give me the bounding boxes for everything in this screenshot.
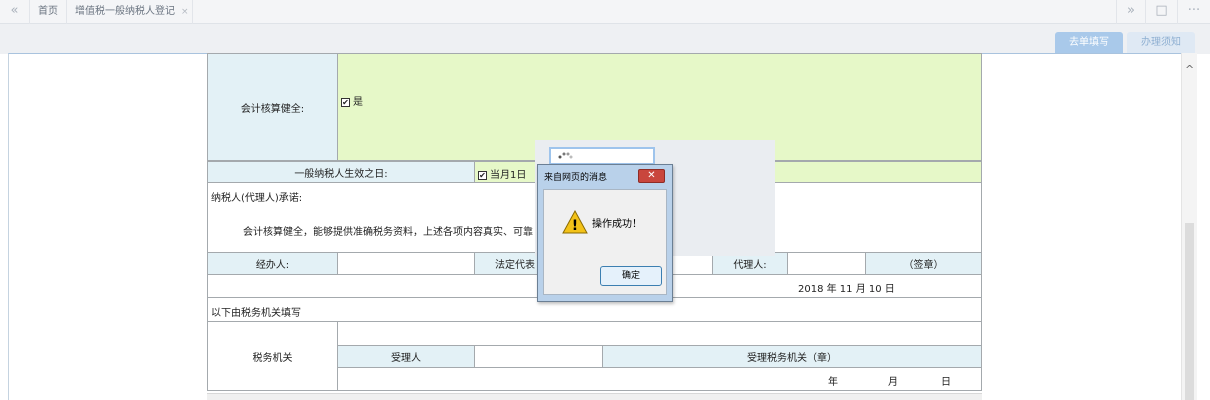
vertical-scrollbar[interactable]: ^ (1181, 53, 1197, 400)
message-dialog: 来自网页的消息 ✕ ! 操作成功！ 确定 (537, 164, 673, 302)
dialog-title: 来自网页的消息 (544, 173, 608, 183)
receiver-input[interactable] (474, 345, 603, 368)
receiver-label: 受理人 (337, 345, 475, 368)
office-day-label: 日 (941, 377, 951, 388)
tab-close-icon[interactable]: × (181, 7, 189, 17)
top-tab-bar: « 首页 增值税一般纳税人登记 × » □ ··· (0, 0, 1210, 24)
dialog-close-button[interactable]: ✕ (638, 169, 665, 183)
window-toggle-icon[interactable]: □ (1146, 0, 1178, 24)
receiving-office-label: 受理税务机关（章） (602, 345, 982, 368)
agent-input[interactable] (787, 252, 866, 275)
loading-indicator (549, 147, 655, 165)
sign-date: 2018 年 11 月 10 日 (798, 284, 895, 295)
tab-guide[interactable]: 办理须知 (1127, 32, 1195, 54)
svg-text:!: ! (572, 218, 578, 234)
dialog-ok-button[interactable]: 确定 (600, 266, 662, 286)
scroll-thumb[interactable] (1185, 223, 1194, 400)
tax-office-section-label: 以下由税务机关填写 (211, 308, 301, 319)
dialog-message: 操作成功！ (592, 219, 642, 230)
office-month-label: 月 (888, 377, 898, 388)
handler-input[interactable] (337, 252, 475, 275)
scroll-up-icon[interactable]: ^ (1185, 63, 1194, 76)
promise-text: 会计核算健全，能够提供准确税务资料，上述各项内容真实、可靠 (243, 227, 533, 238)
effective-date-label: 一般纳税人生效之日: (207, 161, 475, 183)
tax-office-label: 税务机关 (207, 321, 338, 391)
effective-date-value: 当月1日 (490, 170, 527, 181)
seal-label: （签章） (865, 252, 982, 275)
accounting-value: 是 (353, 97, 363, 108)
office-year-label: 年 (828, 377, 838, 388)
tab-home[interactable]: 首页 (30, 0, 67, 24)
sub-header-band: 去单填写 办理须知 (0, 24, 1210, 54)
warning-icon: ! (562, 210, 588, 234)
tab-fill-form[interactable]: 去单填写 (1055, 32, 1123, 54)
horizontal-scrollbar[interactable] (207, 393, 982, 400)
tab-scroll-left-icon[interactable]: « (0, 0, 30, 24)
handler-label: 经办人: (207, 252, 338, 275)
office-date-row: 年 月 日 (337, 367, 982, 391)
accounting-label: 会计核算健全: (207, 53, 338, 161)
tax-office-blank-row (337, 321, 982, 346)
accounting-checkbox[interactable]: ✔ (341, 97, 350, 107)
effective-date-checkbox[interactable]: ✔ (478, 170, 487, 180)
spinner-icon (558, 152, 573, 159)
tab-scroll-right-icon[interactable]: » (1116, 0, 1146, 24)
dialog-body: ! 操作成功！ 确定 (543, 189, 667, 295)
promise-label: 纳税人(代理人)承诺: (211, 193, 303, 204)
tab-vat-registration[interactable]: 增值税一般纳税人登记 × (67, 0, 193, 24)
more-icon[interactable]: ··· (1178, 0, 1210, 24)
tab-vat-registration-label: 增值税一般纳税人登记 (75, 6, 175, 17)
